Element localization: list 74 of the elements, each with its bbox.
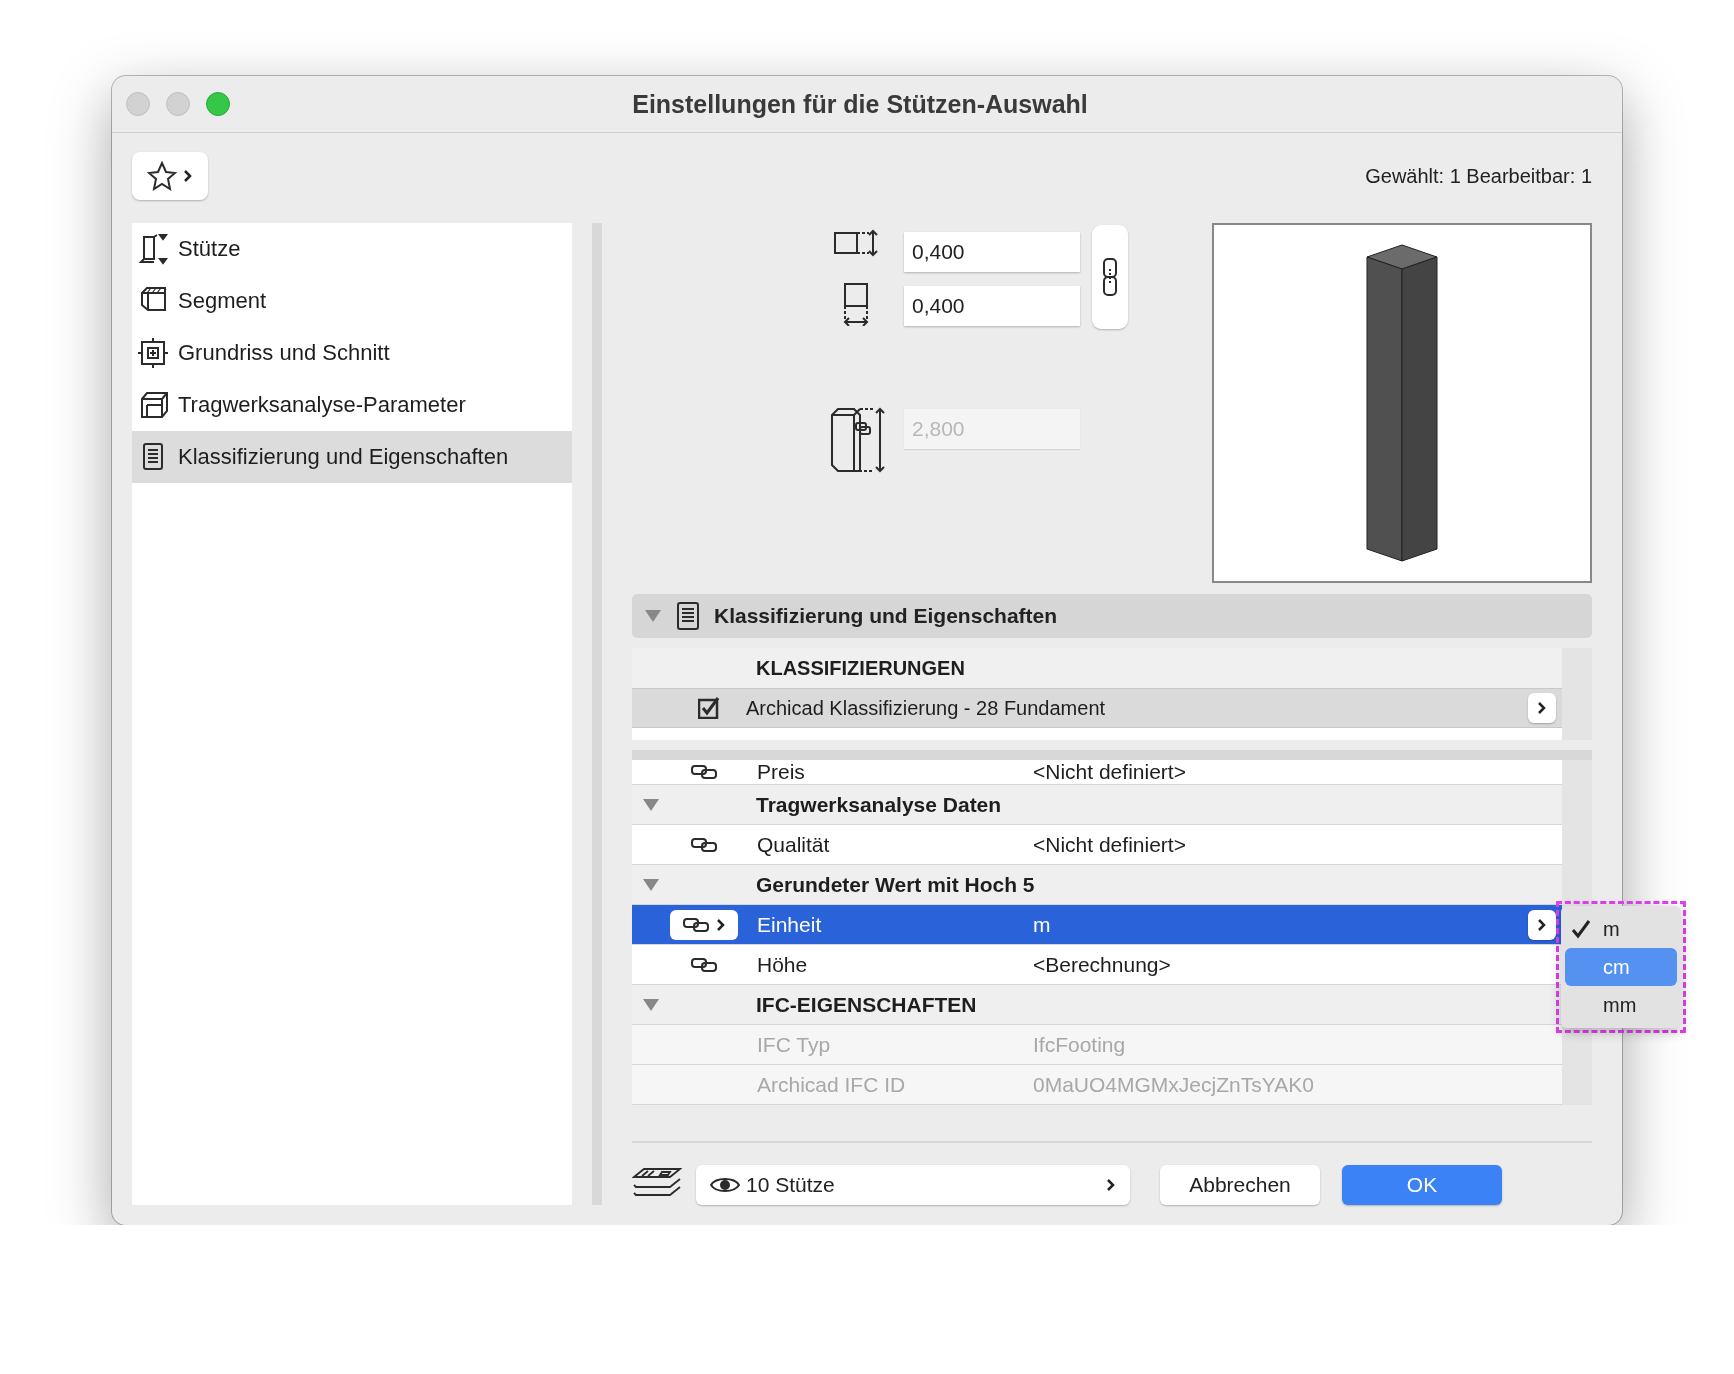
sidebar-item[interactable]: Stütze <box>132 223 572 275</box>
section-title: Klassifizierung und Eigenschaften <box>714 604 1058 628</box>
property-name: Preis <box>756 760 806 784</box>
property-value: 0MaUO4MGMxJecjZnTsYAK0 <box>1033 1072 1315 1097</box>
sidebar-item[interactable]: Grundriss und Schnitt <box>132 327 572 379</box>
sidebar-item-label: Segment <box>178 288 267 314</box>
link-icon <box>682 915 710 934</box>
menu-option[interactable]: mm <box>1565 986 1677 1024</box>
link-icon <box>690 763 718 781</box>
property-value: <Berechnung> <box>1033 952 1172 977</box>
menu-option-label: m <box>1603 917 1620 941</box>
sidebar-item[interactable]: Klassifizierung und Eigenschaften <box>132 431 572 483</box>
property-value: <Nicht definiert> <box>1033 832 1187 857</box>
menu-option[interactable]: m <box>1565 910 1677 948</box>
triangle-down-icon <box>642 797 660 812</box>
triangle-down-icon <box>642 997 660 1012</box>
triangle-down-icon <box>644 609 662 623</box>
width-icon <box>833 228 881 258</box>
sidebar-item-label: Grundriss und Schnitt <box>178 340 390 366</box>
link-menu-button[interactable] <box>670 909 738 940</box>
dimension-field[interactable]: 0,400 <box>904 232 1080 272</box>
window-title: Einstellungen für die Stützen-Auswahl <box>631 89 1089 119</box>
property-name: Höhe <box>756 952 809 977</box>
sidebar-item-label: Stütze <box>178 236 241 262</box>
property-row[interactable]: Preis <Nicht definiert> <box>632 760 1562 785</box>
favorites-button[interactable] <box>132 152 208 200</box>
sidebar-item-label: Tragwerksanalyse-Parameter <box>178 392 466 418</box>
property-name: Archicad IFC ID <box>756 1072 907 1097</box>
sidebar-item[interactable]: Tragwerksanalyse-Parameter <box>132 379 572 431</box>
cancel-button[interactable]: Abbrechen <box>1160 1165 1320 1205</box>
link-icon <box>690 955 718 974</box>
link-toggle-button[interactable] <box>1092 225 1128 329</box>
property-name: Einheit <box>756 912 823 937</box>
group-title: IFC-EIGENSCHAFTEN <box>756 992 977 1017</box>
chevron-right-icon <box>1537 917 1547 932</box>
group-title: Tragwerksanalyse Daten <box>756 792 1002 817</box>
panel-icon <box>138 233 170 265</box>
panel-icon <box>138 337 170 369</box>
chevron-right-icon <box>716 917 726 932</box>
link-icon <box>690 835 718 854</box>
document-icon <box>676 601 700 631</box>
chain-icon <box>1101 257 1119 297</box>
chevron-right-icon <box>183 169 193 183</box>
height-icon <box>828 405 886 475</box>
value-menu-button[interactable] <box>1528 909 1556 940</box>
property-value: IfcFooting <box>1033 1032 1127 1057</box>
layer-filter-dropdown[interactable]: 10 Stütze <box>696 1165 1130 1205</box>
eye-icon <box>710 1175 740 1195</box>
property-value: m <box>1033 912 1052 937</box>
chevron-right-icon <box>1106 1178 1116 1192</box>
menu-option-label: cm <box>1603 955 1630 979</box>
classification-row[interactable]: Archicad Klassifizierung - 28 Fundament <box>632 688 1562 728</box>
ok-button[interactable]: OK <box>1342 1165 1502 1205</box>
open-button[interactable] <box>1528 693 1556 723</box>
dimension-field[interactable]: 0,400 <box>904 286 1080 326</box>
property-row[interactable]: Qualität <Nicht definiert> <box>632 825 1562 865</box>
sidebar-item[interactable]: Segment <box>132 275 572 327</box>
selection-info: Gewählt: 1 Bearbeitbar: 1 <box>1365 164 1592 188</box>
star-icon <box>147 161 177 191</box>
classification-label: Archicad Klassifizierung - 28 Fundament <box>746 696 1107 720</box>
menu-option-label: mm <box>1603 993 1637 1017</box>
property-row[interactable]: Einheit m <box>632 905 1562 945</box>
panel-icon <box>138 389 170 421</box>
property-name: Qualität <box>756 832 831 857</box>
classification-heading: KLASSIFIZIERUNGEN <box>632 648 1562 688</box>
chevron-right-icon <box>1537 701 1547 715</box>
checkmark-icon <box>1571 919 1591 939</box>
triangle-down-icon <box>642 877 660 892</box>
property-row[interactable]: Höhe <Berechnung> <box>632 945 1562 985</box>
property-value: <Nicht definiert> <box>1033 760 1187 784</box>
sidebar-item-label: Klassifizierung und Eigenschaften <box>178 444 509 470</box>
section-header[interactable]: Klassifizierung und Eigenschaften <box>632 594 1592 638</box>
property-name: IFC Typ <box>756 1032 832 1057</box>
group-title: Gerundeter Wert mit Hoch 5 <box>756 872 1035 897</box>
